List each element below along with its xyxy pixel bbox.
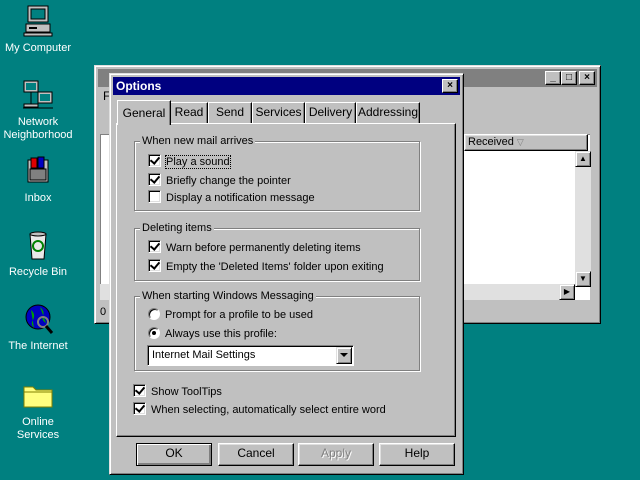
checkbox-box[interactable]	[133, 402, 146, 415]
minimize-button[interactable]: _	[545, 71, 561, 85]
button-label: OK	[165, 446, 183, 460]
my-computer-icon	[21, 4, 55, 38]
radio-button[interactable]	[148, 308, 160, 320]
tab-label: Delivery	[308, 105, 353, 119]
dialog-close-button[interactable]: ×	[442, 79, 458, 93]
checkbox-box[interactable]	[148, 173, 161, 186]
desktop-icon-label: My Computer	[4, 42, 72, 54]
close-button[interactable]: ×	[579, 71, 595, 85]
radio-button[interactable]	[148, 327, 160, 339]
checkbox-label: Briefly change the pointer	[166, 175, 291, 187]
desktop-icon-label: Recycle Bin	[8, 266, 68, 278]
checkbox-label: Warn before permanently deleting items	[166, 242, 361, 254]
checkbox-box[interactable]	[148, 240, 161, 253]
radio-label: Prompt for a profile to be used	[165, 309, 313, 321]
tab-addressing[interactable]: Addressing	[356, 102, 420, 123]
column-header-received-face: Received ▽	[464, 134, 588, 151]
group-label: Deleting items	[140, 221, 214, 235]
checkbox-box[interactable]	[148, 154, 161, 167]
recycle-bin-icon	[21, 228, 55, 262]
desktop-icon-the-internet[interactable]: The Internet	[0, 302, 76, 353]
desktop-icon-label: The Internet	[8, 340, 68, 352]
options-dialog-titlebar[interactable]: Options ×	[113, 77, 460, 95]
tab-read[interactable]: Read	[170, 102, 208, 123]
desktop-icon-label: Network Neighborhood	[3, 116, 73, 141]
checkbox-label: Display a notification message	[166, 192, 315, 204]
checkbox-notification[interactable]: Display a notification message	[148, 190, 315, 206]
tab-label: Services	[255, 105, 302, 119]
dropdown-arrow-icon[interactable]	[336, 347, 352, 364]
checkbox-select-word[interactable]: When selecting, automatically select ent…	[133, 402, 386, 418]
tab-send[interactable]: Send	[208, 102, 252, 123]
tab-label: General	[122, 106, 166, 120]
tab-label: Addressing	[357, 105, 419, 119]
tab-label: Send	[215, 105, 245, 119]
scroll-up-button[interactable]: ▲	[575, 151, 591, 167]
radio-label: Always use this profile:	[165, 328, 277, 340]
checkbox-label: Show ToolTips	[151, 386, 222, 398]
inbox-icon	[21, 154, 55, 188]
group-label: When new mail arrives	[140, 134, 256, 148]
close-icon: ×	[447, 80, 453, 91]
desktop-icon-recycle-bin[interactable]: Recycle Bin	[0, 228, 76, 279]
cancel-button[interactable]: Cancel	[218, 443, 294, 466]
tab-label: Read	[174, 105, 204, 119]
checkbox-box[interactable]	[133, 384, 146, 397]
checkbox-empty-deleted[interactable]: Empty the 'Deleted Items' folder upon ex…	[148, 259, 384, 275]
radio-prompt-profile[interactable]: Prompt for a profile to be used	[148, 308, 313, 324]
checkbox-label: Play a sound	[165, 155, 231, 169]
checkbox-play-sound[interactable]: Play a sound	[148, 154, 231, 170]
tab-delivery[interactable]: Delivery	[305, 102, 356, 123]
profile-select[interactable]: Internet Mail Settings	[147, 345, 354, 366]
column-header-received-label: Received	[468, 136, 514, 148]
desktop-icon-label: Inbox	[24, 192, 52, 204]
checkbox-label: When selecting, automatically select ent…	[151, 404, 386, 416]
scroll-down-button[interactable]: ▼	[575, 271, 591, 287]
desktop-icon-my-computer[interactable]: My Computer	[0, 4, 76, 55]
checkbox-label: Empty the 'Deleted Items' folder upon ex…	[166, 261, 384, 273]
network-neighborhood-icon	[21, 78, 55, 112]
help-button[interactable]: Help	[379, 443, 455, 466]
radio-always-profile[interactable]: Always use this profile:	[148, 327, 277, 343]
sort-arrow-icon: ▽	[516, 137, 524, 147]
folder-icon	[21, 378, 55, 412]
vertical-scrollbar[interactable]: ▲ ▼	[575, 151, 591, 287]
ok-button[interactable]: OK	[136, 443, 212, 466]
desktop-icon-inbox[interactable]: Inbox	[0, 154, 76, 205]
tab-general[interactable]: General	[117, 100, 171, 125]
desktop-icon-network-neighborhood[interactable]: Network Neighborhood	[0, 78, 76, 142]
button-label: Apply	[320, 446, 352, 460]
checkbox-change-pointer[interactable]: Briefly change the pointer	[148, 173, 291, 189]
internet-globe-icon	[21, 302, 55, 336]
desktop-icon-label: Online Services	[16, 416, 60, 441]
maximize-button[interactable]: □	[561, 71, 577, 85]
apply-button[interactable]: Apply	[298, 443, 374, 466]
checkbox-box[interactable]	[148, 259, 161, 272]
tab-services[interactable]: Services	[252, 102, 305, 123]
status-text: 0	[100, 306, 107, 318]
scroll-right-button[interactable]: ▶	[559, 284, 575, 300]
button-label: Help	[404, 446, 430, 460]
desktop-icon-online-services[interactable]: Online Services	[0, 378, 76, 442]
profile-select-value: Internet Mail Settings	[152, 349, 256, 361]
checkbox-box[interactable]	[148, 190, 161, 203]
group-label: When starting Windows Messaging	[140, 289, 316, 303]
button-label: Cancel	[237, 446, 275, 460]
checkbox-show-tooltips[interactable]: Show ToolTips	[133, 384, 222, 400]
checkbox-warn-delete[interactable]: Warn before permanently deleting items	[148, 240, 361, 256]
options-dialog-title: Options	[116, 79, 162, 93]
